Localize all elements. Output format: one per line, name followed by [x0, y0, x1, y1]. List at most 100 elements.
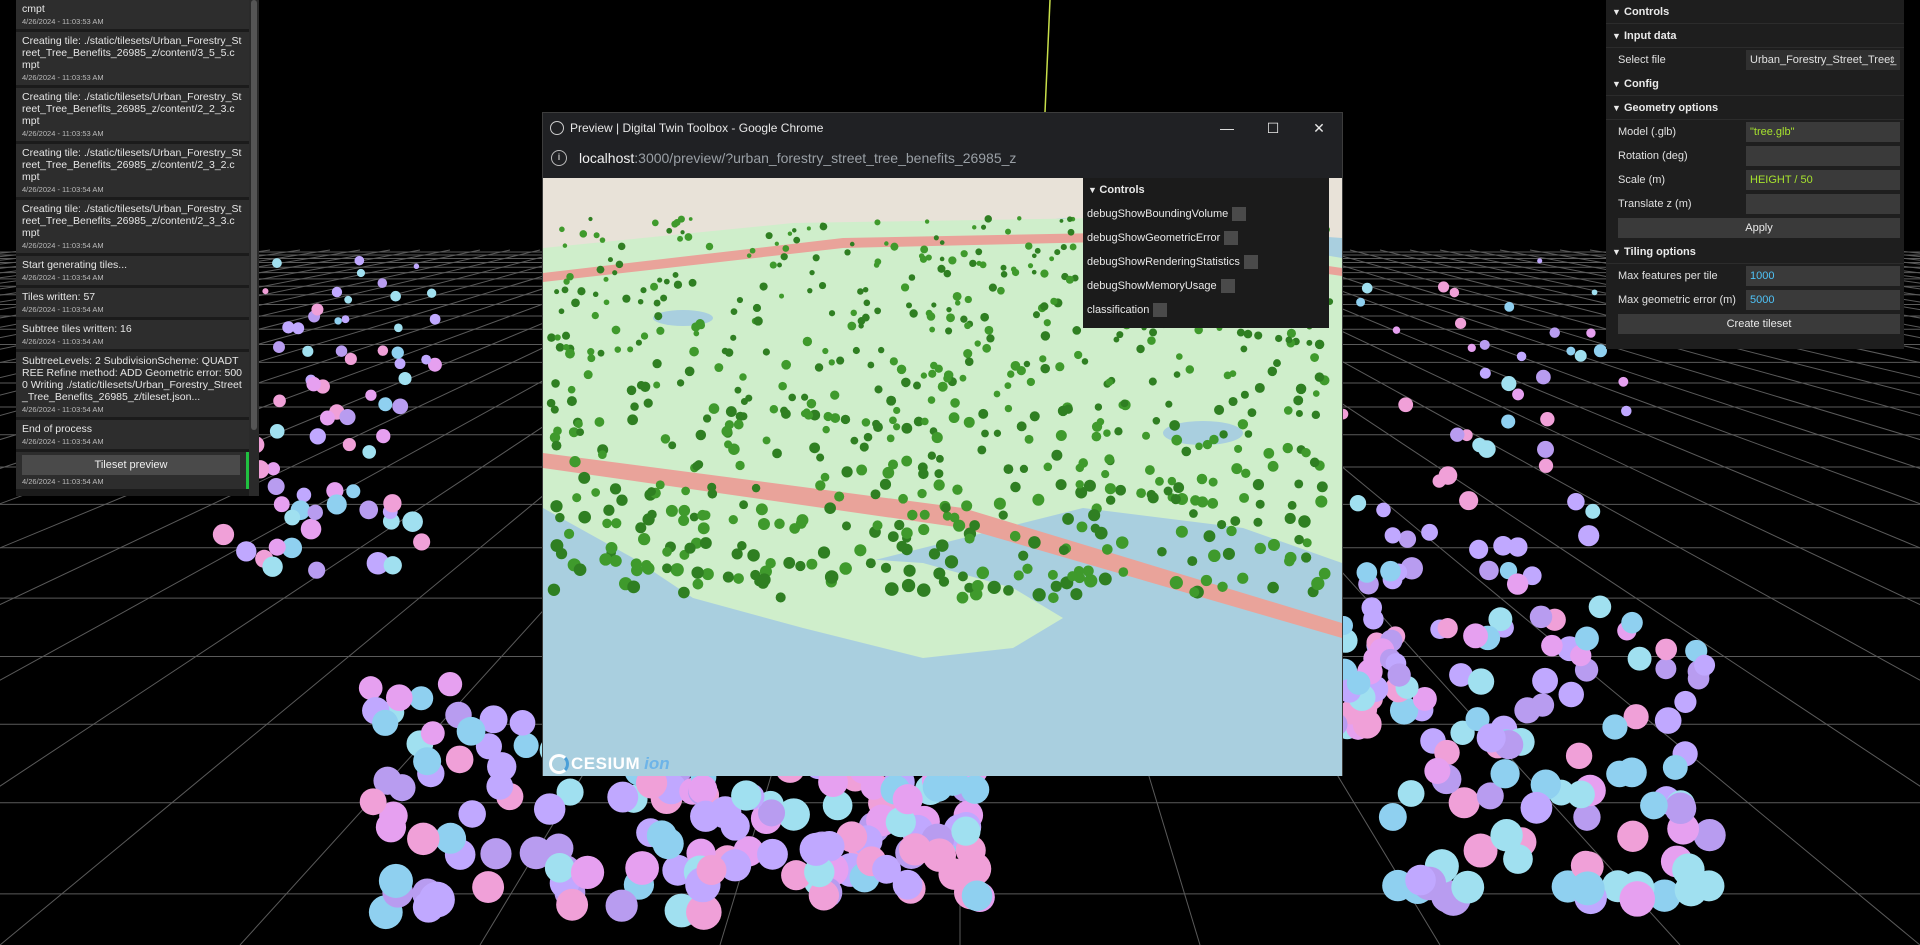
tree-point: [1537, 440, 1555, 458]
tree-model: [1005, 228, 1012, 235]
tree-model: [747, 549, 760, 562]
select-file-dropdown[interactable]: Urban_Forestry_Street_Tree_ ⇕: [1746, 50, 1900, 70]
log-entry: Creating tile: ./static/tilesets/Urban_F…: [16, 88, 249, 141]
max-features-row: Max features per tile 1000: [1606, 264, 1904, 288]
tree-model: [1067, 571, 1078, 582]
tree-model: [896, 364, 907, 375]
tree-model: [1301, 552, 1312, 563]
log-time: 4/26/2024 - 11:03:53 AM: [22, 73, 104, 82]
tree-model: [927, 396, 936, 404]
tree-model: [1230, 516, 1241, 526]
apply-button[interactable]: Apply: [1618, 218, 1900, 238]
maximize-icon[interactable]: ☐: [1250, 113, 1296, 143]
input-data-header[interactable]: ▼ Input data: [1606, 24, 1904, 48]
tree-model: [569, 456, 581, 468]
tree-model: [975, 248, 983, 256]
info-icon[interactable]: i: [551, 150, 567, 166]
preview-option-checkbox[interactable]: [1224, 231, 1239, 245]
tree-model: [1301, 447, 1311, 458]
minimize-icon[interactable]: —: [1204, 113, 1250, 143]
tree-point: [1586, 328, 1596, 338]
tree-model: [673, 280, 683, 289]
geometry-options-header[interactable]: ▼ Geometry options: [1606, 96, 1904, 120]
tree-model: [944, 555, 959, 569]
max-geometric-error-input[interactable]: 5000: [1746, 290, 1900, 310]
cesium-ion-logo[interactable]: CESIUM ion: [549, 754, 670, 774]
tree-model: [847, 321, 857, 331]
tree-model: [1040, 302, 1049, 311]
tree-model: [1009, 530, 1021, 542]
close-icon[interactable]: ✕: [1296, 113, 1342, 143]
tree-point: [378, 863, 413, 898]
tree-point: [922, 838, 957, 872]
tree-model: [863, 432, 873, 442]
create-tileset-button[interactable]: Create tileset: [1618, 314, 1900, 334]
tree-model: [554, 289, 560, 295]
tree-model: [558, 308, 565, 315]
tree-model: [1219, 430, 1228, 439]
tree-model: [627, 414, 639, 426]
translate-input[interactable]: [1746, 194, 1900, 214]
tree-model: [901, 422, 913, 434]
rotation-input[interactable]: [1746, 146, 1900, 166]
max-features-input[interactable]: 1000: [1746, 266, 1900, 286]
cesium-viewport[interactable]: ▼ Controls debugShowBoundingVolume debugS…: [543, 178, 1342, 776]
tree-model: [780, 253, 788, 261]
preview-option-checkbox[interactable]: [1220, 279, 1235, 293]
tree-point: [354, 255, 365, 266]
controls-title: Controls: [1624, 6, 1670, 18]
tree-point: [690, 800, 722, 832]
tree-point: [892, 869, 923, 900]
scale-input[interactable]: HEIGHT / 50: [1746, 170, 1900, 190]
log-time: 4/26/2024 - 11:03:53 AM: [22, 17, 104, 26]
tree-model: [635, 522, 647, 534]
tree-model: [872, 520, 883, 531]
tree-model: [603, 299, 610, 306]
tree-point: [426, 288, 437, 298]
tree-point: [421, 354, 432, 365]
tree-model: [1104, 454, 1115, 465]
tree-model: [867, 361, 875, 369]
tree-model: [809, 442, 821, 454]
tree-point: [1664, 792, 1697, 825]
tree-model: [734, 386, 742, 394]
tree-model: [884, 582, 899, 596]
tileset-preview-button[interactable]: Tileset preview: [22, 455, 240, 475]
tiling-options-header[interactable]: ▼ Tiling options: [1606, 240, 1904, 264]
tree-point: [302, 345, 314, 357]
log-scrollbar[interactable]: [249, 0, 259, 496]
log-message: End of process: [22, 423, 93, 435]
tree-model: [887, 531, 899, 542]
tree-model: [583, 370, 593, 380]
tree-model: [1003, 464, 1014, 475]
tree-model: [692, 578, 704, 590]
tree-model: [668, 441, 677, 450]
address-bar[interactable]: i localhost:3000/preview/?urban_forestry…: [543, 143, 1342, 173]
log-message: Creating tile: ./static/tilesets/Urban_F…: [22, 203, 242, 239]
controls-header[interactable]: ▼ Controls: [1606, 0, 1904, 24]
log-message: Creating tile: ./static/tilesets/Urban_F…: [22, 35, 242, 71]
tree-model: [1031, 253, 1037, 259]
tree-model: [933, 567, 946, 580]
window-titlebar[interactable]: Preview | Digital Twin Toolbox - Google …: [543, 113, 1342, 143]
scrollbar-thumb[interactable]: [251, 0, 257, 430]
tree-model: [592, 291, 599, 298]
chevron-down-icon: ▼: [1612, 7, 1621, 17]
preview-controls-header[interactable]: ▼ Controls: [1083, 178, 1329, 202]
tree-point: [1565, 742, 1593, 770]
tree-model: [1049, 256, 1055, 262]
tree-model: [1273, 359, 1281, 368]
config-header[interactable]: ▼ Config: [1606, 72, 1904, 96]
tree-model: [572, 493, 582, 503]
max-geometric-error-label: Max geometric error (m): [1618, 294, 1736, 306]
tree-point: [1504, 301, 1515, 312]
tree-point: [456, 716, 486, 746]
model-input[interactable]: "tree.glb": [1746, 122, 1900, 142]
tree-model: [1287, 500, 1297, 510]
tree-point: [922, 771, 953, 802]
tree-point: [757, 838, 788, 870]
preview-option-checkbox[interactable]: [1153, 303, 1168, 317]
tree-point: [1387, 663, 1411, 687]
preview-option-checkbox[interactable]: [1232, 207, 1247, 221]
preview-option-checkbox[interactable]: [1243, 255, 1258, 269]
